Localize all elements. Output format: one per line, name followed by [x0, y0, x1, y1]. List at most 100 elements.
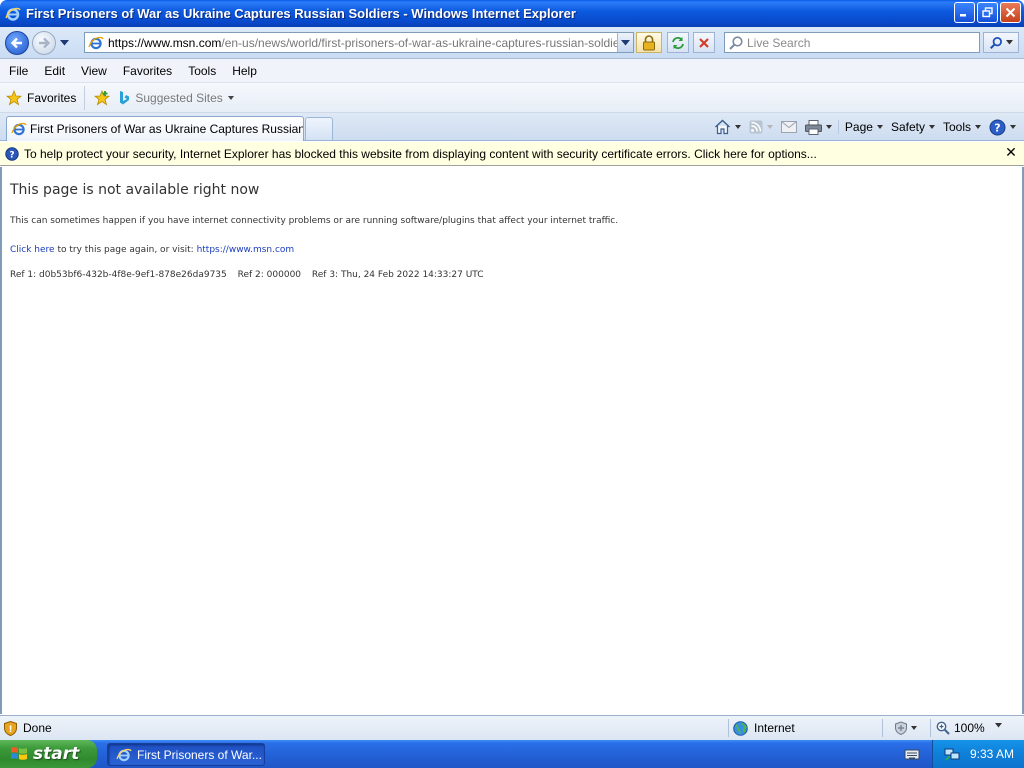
page-menu-button[interactable]: Page [841, 116, 887, 138]
windows-logo-icon [11, 747, 27, 760]
favorites-label: Favorites [27, 90, 77, 105]
menu-tools[interactable]: Tools [180, 60, 224, 82]
bing-icon [120, 90, 130, 104]
search-box[interactable] [724, 32, 980, 53]
chevron-down-icon [734, 125, 741, 129]
favorites-button[interactable]: Favorites [6, 85, 86, 110]
keyboard-language-icon[interactable] [904, 746, 920, 762]
security-shield-icon: ! [4, 720, 17, 736]
zoom-level: 100% [954, 721, 985, 735]
suggested-sites-button[interactable]: Suggested Sites [118, 90, 234, 106]
search-icon [729, 35, 743, 50]
error-message: This can sometimes happen if you have in… [10, 216, 619, 226]
restore-icon [982, 7, 993, 18]
ref-3: Ref 3: Thu, 24 Feb 2022 14:33:27 UTC [311, 270, 484, 280]
status-done: ! Done [4, 720, 52, 736]
tab-active[interactable]: First Prisoners of War as Ukraine Captur… [6, 116, 304, 141]
ref-2: Ref 2: 000000 [237, 270, 302, 280]
stop-x-icon [699, 37, 709, 48]
protected-mode-button[interactable] [882, 719, 928, 737]
menu-favorites[interactable]: Favorites [115, 60, 180, 82]
tab-label: First Prisoners of War as Ukraine Captur… [30, 122, 303, 136]
menu-view[interactable]: View [73, 60, 115, 82]
ie-page-icon [11, 122, 27, 136]
printer-icon [804, 119, 822, 135]
chevron-down-icon [1010, 125, 1016, 129]
retry-text: to try this page again, or visit: [54, 245, 197, 255]
url-domain: https://www.msn.com [108, 35, 222, 50]
stop-button[interactable] [693, 32, 715, 53]
ie-icon [5, 7, 21, 21]
taskbar-ie-window[interactable]: First Prisoners of War... [107, 743, 265, 766]
restore-button[interactable] [977, 2, 998, 23]
add-to-favorites-bar-button[interactable] [92, 88, 112, 108]
url-text: https://www.msn.com/en-us/news/world/fir… [108, 35, 633, 50]
search-input[interactable] [747, 35, 967, 50]
back-button[interactable] [5, 30, 29, 55]
tools-menu-button[interactable]: Tools [939, 116, 985, 138]
ref-1: Ref 1: d0b53bf6-432b-4f8e-9ef1-878e26da9… [10, 270, 227, 280]
safety-menu-button[interactable]: Safety [887, 116, 939, 138]
shield-icon [895, 721, 907, 735]
system-tray: 9:33 AM [932, 740, 1024, 768]
chevron-down-icon [59, 39, 69, 45]
retry-link[interactable]: Click here [10, 245, 55, 255]
menu-bar: File Edit View Favorites Tools Help [0, 59, 1024, 83]
chevron-down-icon [876, 125, 883, 129]
menu-help[interactable]: Help [224, 60, 265, 82]
search-go-button[interactable] [983, 32, 1019, 53]
menu-edit[interactable]: Edit [36, 60, 73, 82]
title-bar: First Prisoners of War as Ukraine Captur… [0, 0, 1024, 27]
clock: 9:33 AM [970, 747, 1015, 761]
home-icon [714, 119, 730, 135]
back-arrow-icon [10, 37, 22, 48]
new-tab-button[interactable] [305, 117, 333, 140]
information-bar-text: To help protect your security, Internet … [24, 146, 817, 161]
star-icon [6, 89, 22, 106]
zoom-level-button[interactable]: 100% [930, 719, 1020, 737]
add-favorite-star-icon [94, 89, 111, 106]
rss-feed-icon [749, 120, 763, 134]
minimize-button[interactable] [954, 2, 975, 23]
msn-home-link[interactable]: https://www.msn.com [197, 245, 295, 255]
globe-icon [733, 720, 748, 736]
retry-line: Click here to try this page again, or vi… [10, 245, 294, 255]
forward-button[interactable] [32, 30, 56, 55]
tab-row: First Prisoners of War as Ukraine Captur… [0, 113, 1024, 141]
address-bar[interactable]: https://www.msn.com/en-us/news/world/fir… [84, 32, 634, 53]
reference-codes: Ref 1: d0b53bf6-432b-4f8e-9ef1-878e26da9… [10, 270, 492, 280]
security-zone-label: Internet [754, 721, 795, 735]
chevron-down-icon [1006, 40, 1013, 45]
mail-icon [780, 121, 797, 133]
page-heading: This page is not available right now [10, 182, 260, 198]
security-zone[interactable]: Internet [728, 719, 880, 737]
information-bar-close-button[interactable]: ✕ [1003, 145, 1019, 161]
chevron-down-icon [995, 723, 1002, 728]
refresh-button[interactable] [667, 32, 689, 53]
information-bar[interactable]: ? To help protect your security, Interne… [0, 142, 1024, 166]
chevron-down-icon [825, 125, 832, 129]
help-button[interactable]: ? [985, 116, 1020, 138]
chevron-down-icon [975, 125, 981, 129]
home-button[interactable] [710, 116, 745, 138]
read-mail-button[interactable] [777, 116, 801, 138]
network-icon[interactable] [944, 746, 960, 762]
security-report-button[interactable] [636, 32, 662, 53]
recent-pages-dropdown[interactable] [59, 38, 69, 48]
command-separator [837, 120, 839, 134]
window-title: First Prisoners of War as Ukraine Captur… [26, 6, 576, 21]
menu-file[interactable]: File [0, 60, 36, 82]
shield-info-icon: ? [5, 146, 19, 161]
close-window-button[interactable] [1000, 2, 1021, 23]
safety-menu-label: Safety [890, 120, 925, 134]
ie-icon [116, 748, 132, 761]
window-controls [954, 2, 1021, 23]
lock-icon [643, 34, 655, 50]
address-dropdown-button[interactable] [617, 33, 633, 52]
favorites-bar: Favorites Suggested Sites [0, 83, 1024, 113]
start-button[interactable]: start [0, 740, 97, 768]
status-text: Done [23, 721, 52, 735]
feeds-button[interactable] [745, 116, 777, 138]
print-button[interactable] [801, 116, 836, 138]
forward-arrow-icon [39, 37, 51, 48]
